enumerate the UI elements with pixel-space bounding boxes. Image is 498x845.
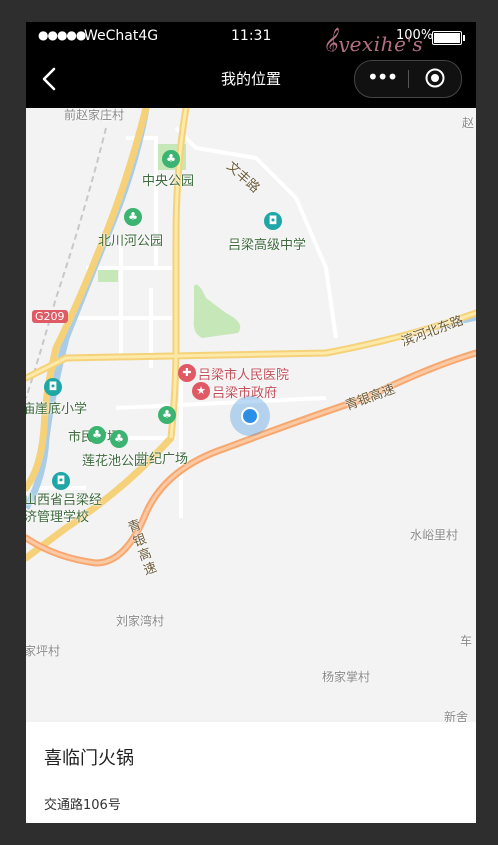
map-label-zhao: 赵 — [462, 116, 475, 130]
highway-shield-g209: G209 — [32, 310, 68, 323]
park-icon: ♣ — [110, 430, 128, 448]
map-view[interactable]: 前赵家庄村 赵 ♣ 中央公园 文丰路 ♣ 北川河公园 ◘ 吕梁高级中学 G209… — [26, 108, 476, 722]
carrier-label: WeChat4G — [84, 28, 159, 44]
green-area-small — [98, 270, 118, 282]
signal-icon: ●●●●● — [38, 28, 86, 42]
map-label-liujiawan: 刘家湾村 — [116, 614, 165, 628]
map-label-economic-school: 山西省吕梁经济管理学校 — [26, 493, 103, 525]
miniprogram-capsule: ••• — [354, 60, 462, 98]
map-label-north-village: 前赵家庄村 — [64, 108, 125, 122]
park-icon: ♣ — [88, 426, 106, 444]
place-name: 喜临门火锅 — [44, 748, 134, 769]
more-menu-button[interactable]: ••• — [367, 65, 398, 89]
map-label-xinyu: 新舍 — [444, 710, 469, 722]
map-label-lotus-park: 莲花池公园 — [82, 454, 148, 469]
map-label-jiaping: 家坪村 — [26, 644, 61, 658]
map-label-yangjiazhang: 杨家掌村 — [322, 670, 371, 684]
nav-bar: 我的位置 ••• — [26, 52, 476, 108]
park-icon: ♣ — [124, 208, 142, 226]
map-label-lvliang-high: 吕梁高级中学 — [228, 238, 307, 253]
map-label-central-park: 中央公园 — [142, 174, 195, 189]
school-icon: ◘ — [44, 378, 62, 396]
school-icon: ◘ — [264, 212, 282, 230]
place-address: 交通路106号 — [44, 798, 121, 813]
government-icon: ★ — [192, 382, 210, 400]
status-time: 11:31 — [231, 28, 272, 44]
phone-screen: ●●●●● WeChat4G 11:31 100% 𝄞yexihe's blog… — [26, 22, 476, 823]
map-label-shuiyu-village: 水峪里村 — [410, 528, 459, 542]
map-label-beichuan-park: 北川河公园 — [98, 234, 164, 249]
park-icon: ♣ — [158, 406, 176, 424]
capsule-divider — [408, 70, 409, 88]
park-icon: ♣ — [162, 150, 180, 168]
close-target-icon[interactable] — [425, 68, 445, 88]
school-icon: ◘ — [52, 472, 70, 490]
status-bar: ●●●●● WeChat4G 11:31 100% 𝄞yexihe's blog — [26, 22, 476, 83]
green-area — [193, 284, 241, 338]
location-info-card[interactable]: 喜临门火锅 交通路106号 — [26, 722, 476, 823]
current-location-marker — [230, 396, 270, 436]
hospital-icon: ✚ — [178, 364, 196, 382]
map-label-hospital: 吕梁市人民医院 — [198, 368, 290, 383]
map-label-che: 车 — [460, 634, 473, 648]
map-label-yaidi-school: 庙崖底小学 — [26, 402, 88, 417]
